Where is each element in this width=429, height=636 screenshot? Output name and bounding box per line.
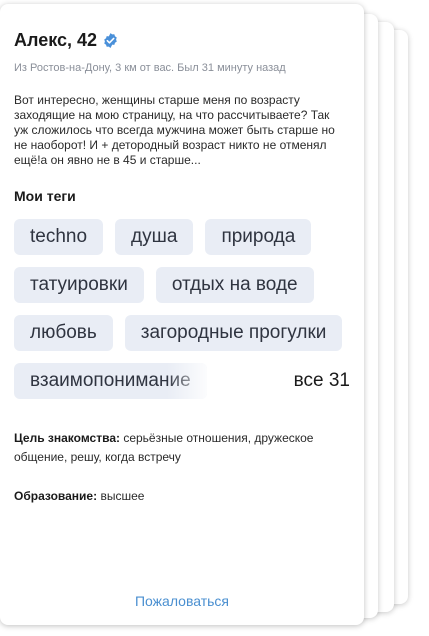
dating-goal: Цель знакомства: серьёзные отношения, др…: [14, 429, 350, 467]
tag-tatuirovki[interactable]: татуировки: [14, 267, 144, 303]
tag-priroda[interactable]: природа: [205, 219, 312, 255]
education: Образование: высшее: [14, 487, 350, 506]
dating-goal-label: Цель знакомства:: [14, 431, 120, 445]
verified-icon: [104, 32, 117, 48]
education-value: высшее: [100, 489, 145, 503]
all-tags-link[interactable]: все 31: [294, 370, 350, 392]
tag-techno[interactable]: techno: [14, 219, 104, 255]
profile-card: Алекс, 42 Из Ростов-на-Дону, 3 км от вас…: [0, 4, 364, 625]
profile-header: Алекс, 42: [14, 28, 350, 52]
tags-section-title: Мои теги: [14, 188, 76, 204]
profile-meta: Из Ростов-на-Дону, 3 км от вас. Был 31 м…: [14, 62, 286, 74]
tag-dusha[interactable]: душа: [115, 219, 194, 255]
tag-otdyh-na-vode[interactable]: отдых на воде: [155, 267, 314, 303]
education-label: Образование:: [14, 489, 98, 503]
tag-lyubov[interactable]: любовь: [14, 315, 113, 351]
tags-list: techno душа природа татуировки отдых на …: [14, 219, 350, 399]
profile-about-text: Вот интересно, женщины старше меня по во…: [14, 93, 335, 167]
report-link[interactable]: Пожаловаться: [0, 593, 364, 609]
tag-vzaimoponimanie[interactable]: взаимопонимание: [14, 363, 207, 399]
profile-name-age: Алекс, 42: [14, 29, 98, 50]
tag-zagorodnye-progulki[interactable]: загородные прогулки: [124, 315, 343, 351]
profile-card-stack: Алекс, 42 Из Ростов-на-Дону, 3 км от вас…: [0, 0, 429, 636]
tags-last-row: взаимопонимание все 31: [14, 363, 350, 399]
